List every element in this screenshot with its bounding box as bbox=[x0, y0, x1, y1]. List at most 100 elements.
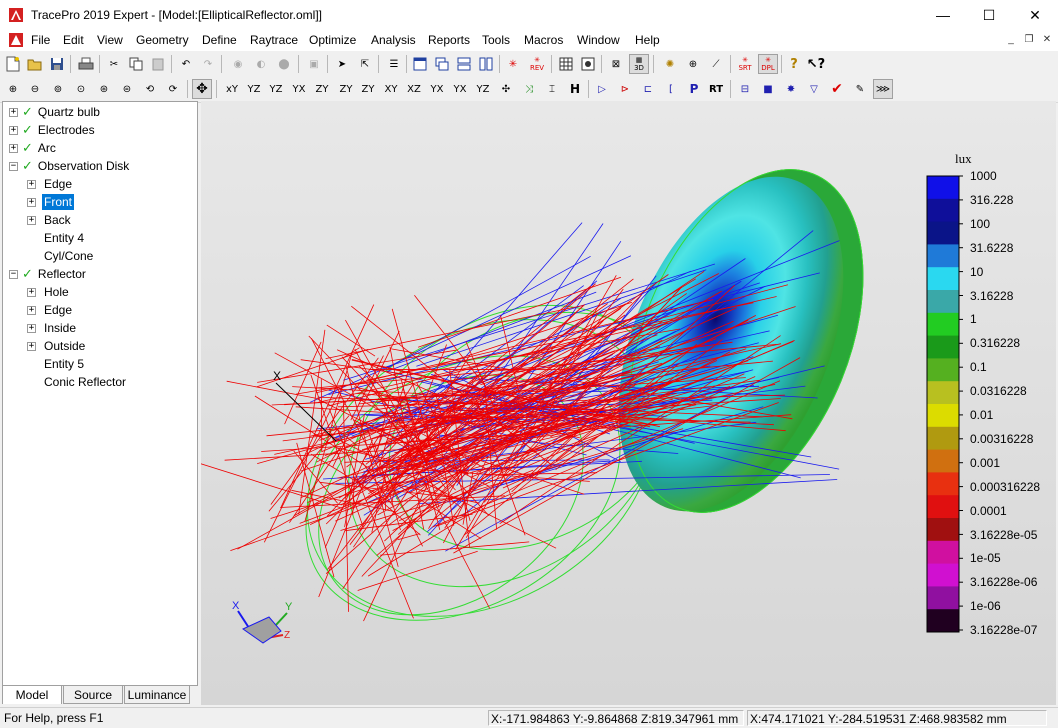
tree-item-label[interactable]: Conic Reflector bbox=[42, 374, 128, 390]
zoom-all-icon[interactable]: ⊙ bbox=[71, 79, 91, 99]
tree-item[interactable]: Entity 4 bbox=[27, 229, 86, 247]
view-11-icon[interactable]: YX bbox=[450, 79, 470, 99]
tree-expander-icon[interactable]: + bbox=[27, 324, 36, 333]
tree-item[interactable]: −✓Reflector bbox=[9, 265, 88, 283]
menu-file[interactable]: File bbox=[31, 33, 50, 47]
tree-expander-icon[interactable]: + bbox=[9, 126, 18, 135]
select-surface-icon[interactable]: ⇱ bbox=[355, 54, 375, 74]
tree-expander-icon[interactable]: − bbox=[9, 270, 18, 279]
properties-icon[interactable]: ☰ bbox=[384, 54, 404, 74]
tree-item-label[interactable]: Entity 4 bbox=[42, 230, 86, 246]
view-9-icon[interactable]: XZ bbox=[404, 79, 424, 99]
tree-item-label[interactable]: Entity 5 bbox=[42, 356, 86, 372]
menu-help[interactable]: Help bbox=[635, 33, 660, 47]
tree-expander-icon[interactable]: + bbox=[27, 288, 36, 297]
tree-item[interactable]: Cyl/Cone bbox=[27, 247, 95, 265]
tree-item-label[interactable]: Hole bbox=[42, 284, 71, 300]
irradiance-map-icon[interactable] bbox=[578, 54, 598, 74]
tree-item[interactable]: + Outside bbox=[27, 337, 87, 355]
source-icon[interactable]: ✺ bbox=[660, 54, 680, 74]
tree-item-label[interactable]: Edge bbox=[42, 176, 74, 192]
open-folder-icon[interactable] bbox=[25, 54, 45, 74]
dpl-icon[interactable]: ✳DPL bbox=[758, 54, 778, 74]
view-1-icon[interactable]: xY bbox=[222, 79, 242, 99]
visible-check-icon[interactable]: ✓ bbox=[22, 123, 33, 138]
tree-item-label[interactable]: Electrodes bbox=[36, 122, 97, 138]
raytrace-icon[interactable]: ✳ bbox=[503, 54, 523, 74]
minimize-button[interactable]: — bbox=[920, 0, 966, 30]
tree-item[interactable]: + ✓Arc bbox=[9, 139, 58, 157]
3d-view-icon[interactable]: ▦3D bbox=[629, 54, 649, 74]
tree-expander-icon[interactable]: + bbox=[9, 144, 18, 153]
menu-tools[interactable]: Tools bbox=[482, 33, 510, 47]
tree-expander-icon[interactable]: + bbox=[27, 180, 36, 189]
tree-item[interactable]: +Back bbox=[27, 211, 73, 229]
srt-icon[interactable]: ✳SRT bbox=[735, 54, 755, 74]
tree-item-label[interactable]: Cyl/Cone bbox=[42, 248, 95, 264]
tree-item-label[interactable]: Edge bbox=[42, 302, 74, 318]
menu-geometry[interactable]: Geometry bbox=[136, 33, 189, 47]
view-2-icon[interactable]: YZ bbox=[244, 79, 264, 99]
tree-item-label[interactable]: Observation Disk bbox=[36, 158, 131, 174]
context-help-icon[interactable]: ↖? bbox=[806, 54, 826, 74]
view-3-icon[interactable]: YZ bbox=[266, 79, 286, 99]
tree-expander-icon[interactable]: + bbox=[27, 306, 36, 315]
tree-item-label[interactable]: Arc bbox=[36, 140, 58, 156]
tree-item-label[interactable]: Front bbox=[42, 194, 74, 210]
view-5-icon[interactable]: ZY bbox=[312, 79, 332, 99]
new-file-icon[interactable] bbox=[3, 54, 23, 74]
view-12-icon[interactable]: YZ bbox=[473, 79, 493, 99]
help-icon[interactable]: ? bbox=[784, 54, 804, 74]
tab-luminance[interactable]: Luminance bbox=[124, 685, 190, 704]
grid-icon[interactable] bbox=[556, 54, 576, 74]
view-8-icon[interactable]: XY bbox=[381, 79, 401, 99]
tree-item-label[interactable]: Reflector bbox=[36, 266, 88, 282]
silhouette-icon[interactable]: ▷ bbox=[592, 79, 612, 99]
tree-expander-icon[interactable]: + bbox=[27, 342, 36, 351]
menu-edit[interactable]: Edit bbox=[63, 33, 84, 47]
tree-item[interactable]: + Edge bbox=[27, 301, 74, 319]
zoom-out-icon[interactable]: ⊖ bbox=[25, 79, 45, 99]
view-4-icon[interactable]: YX bbox=[289, 79, 309, 99]
tree-item[interactable]: + ✓Electrodes bbox=[9, 121, 97, 139]
zoom-select-icon[interactable]: ⊛ bbox=[94, 79, 114, 99]
menu-macros[interactable]: Macros bbox=[524, 33, 563, 47]
h-icon[interactable]: H bbox=[565, 79, 585, 99]
maximize-button[interactable]: ☐ bbox=[966, 0, 1012, 30]
plot-icon[interactable]: ⟋ bbox=[706, 54, 726, 74]
window-cascade-icon[interactable] bbox=[432, 54, 452, 74]
visible-check-icon[interactable]: ✓ bbox=[22, 105, 33, 120]
rt-icon[interactable]: RT bbox=[706, 79, 726, 99]
menu-raytrace[interactable]: Raytrace bbox=[250, 33, 298, 47]
print-icon[interactable] bbox=[76, 54, 96, 74]
orbit-icon[interactable]: ⟳ bbox=[163, 79, 183, 99]
visible-check-icon[interactable]: ✓ bbox=[22, 141, 33, 156]
copy-icon[interactable] bbox=[126, 54, 146, 74]
p-icon[interactable]: P bbox=[684, 79, 704, 99]
tree-item[interactable]: Conic Reflector bbox=[27, 373, 128, 391]
menu-define[interactable]: Define bbox=[202, 33, 237, 47]
rev-raytrace-icon[interactable]: ✳REV bbox=[527, 54, 547, 74]
tree-item[interactable]: + Hole bbox=[27, 283, 71, 301]
menu-window[interactable]: Window bbox=[577, 33, 620, 47]
tree-item-label[interactable]: Back bbox=[42, 212, 73, 228]
square-icon[interactable]: ■ bbox=[758, 79, 778, 99]
menu-view[interactable]: View bbox=[97, 33, 123, 47]
tree-expander-icon[interactable]: − bbox=[9, 162, 18, 171]
view-6-icon[interactable]: ZY bbox=[336, 79, 356, 99]
view-normal-icon[interactable]: ⌶ bbox=[542, 79, 562, 99]
ray-sort-icon[interactable]: ⊕ bbox=[683, 54, 703, 74]
tree-item[interactable]: +Front bbox=[27, 193, 74, 211]
tree-item-label[interactable]: Outside bbox=[42, 338, 87, 354]
profile-icon[interactable]: ⊳ bbox=[615, 79, 635, 99]
tab-model[interactable]: Model bbox=[2, 685, 62, 704]
mdi-minimize-button[interactable]: _ bbox=[1003, 33, 1019, 47]
mdi-restore-button[interactable]: ❐ bbox=[1021, 33, 1037, 47]
tree-item-label[interactable]: Quartz bulb bbox=[36, 104, 102, 120]
view-7-icon[interactable]: ZY bbox=[358, 79, 378, 99]
tree-item[interactable]: Entity 5 bbox=[27, 355, 86, 373]
pan-icon[interactable]: ✥ bbox=[192, 79, 212, 99]
save-icon[interactable] bbox=[47, 54, 67, 74]
tree-item[interactable]: + Edge bbox=[27, 175, 74, 193]
select-arrow-icon[interactable]: ➤ bbox=[332, 54, 352, 74]
